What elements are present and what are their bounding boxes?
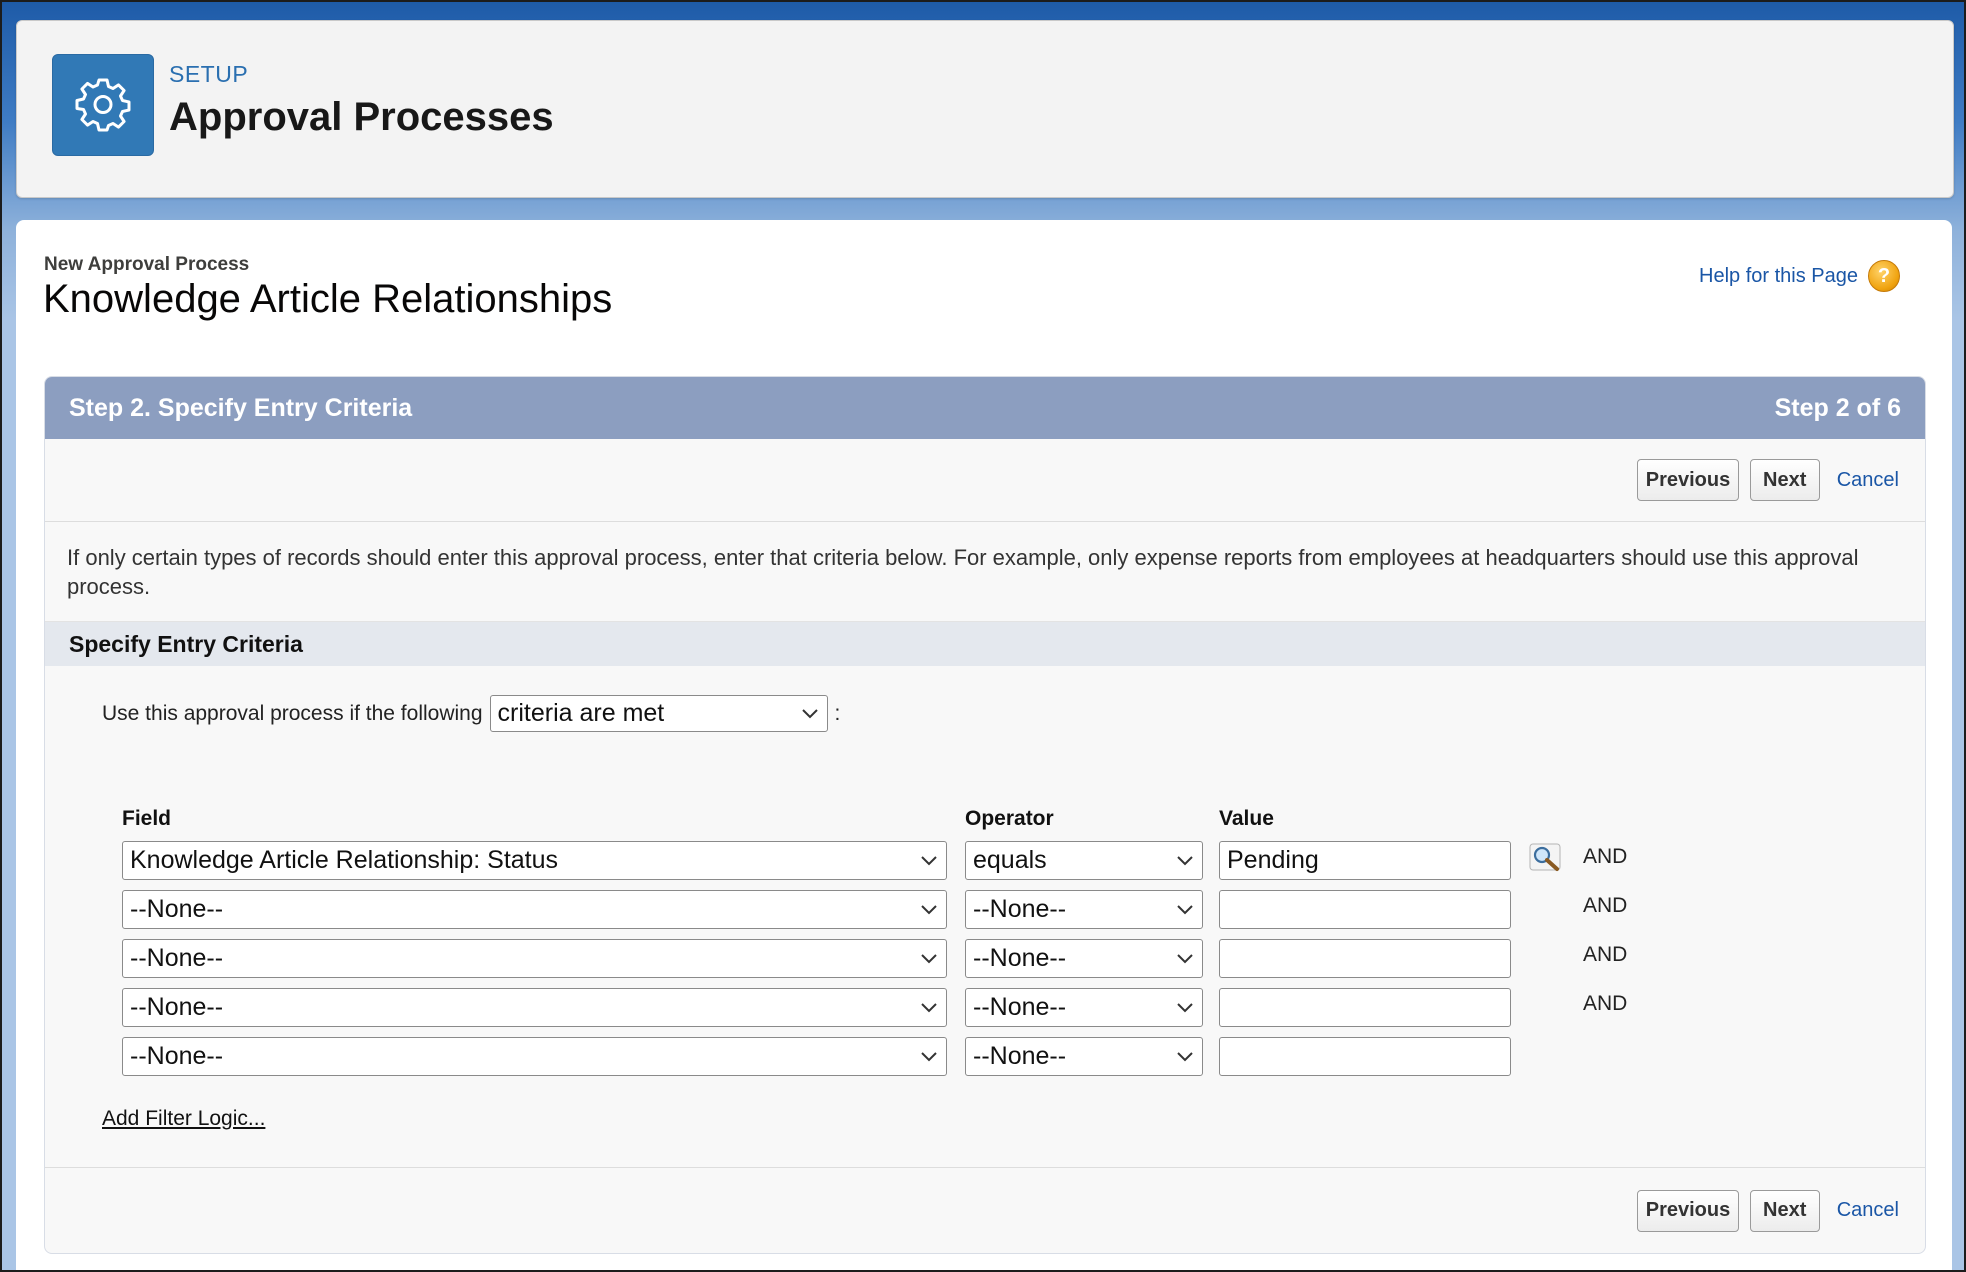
chevron-down-icon — [921, 1051, 937, 1061]
filter-row: --None-- --None-- AND — [45, 988, 1925, 1027]
criteria-prefix: Use this approval process if the followi… — [102, 701, 483, 725]
bottom-button-bar: Previous Next Cancel — [45, 1167, 1925, 1253]
field-select[interactable]: Knowledge Article Relationship: Status — [122, 841, 947, 880]
operator-select-value: --None-- — [973, 993, 1067, 1021]
next-button[interactable]: Next — [1749, 459, 1820, 501]
field-select[interactable]: --None-- — [122, 890, 947, 929]
step-header: Step 2. Specify Entry Criteria Step 2 of… — [45, 377, 1925, 439]
filter-row: --None-- --None-- — [45, 1037, 1925, 1076]
field-select-value: --None-- — [130, 1042, 224, 1070]
field-select-value: --None-- — [130, 993, 224, 1021]
chevron-down-icon — [1177, 855, 1193, 865]
filter-row: --None-- --None-- AND — [45, 939, 1925, 978]
and-connector: AND — [1583, 894, 1628, 917]
field-select[interactable]: --None-- — [122, 1037, 947, 1076]
chevron-down-icon — [1177, 1051, 1193, 1061]
value-column-header: Value — [1219, 807, 1274, 830]
chevron-down-icon — [801, 708, 818, 718]
setup-header: SETUP Approval Processes — [16, 20, 1954, 198]
value-input[interactable] — [1219, 988, 1511, 1027]
operator-select-value: --None-- — [973, 944, 1067, 972]
criteria-line: Use this approval process if the followi… — [102, 695, 840, 732]
field-select[interactable]: --None-- — [122, 939, 947, 978]
step-counter: Step 2 of 6 — [1774, 393, 1901, 422]
operator-select[interactable]: equals — [965, 841, 1203, 880]
and-connector: AND — [1583, 943, 1628, 966]
operator-select[interactable]: --None-- — [965, 939, 1203, 978]
description-text: If only certain types of records should … — [45, 522, 1925, 622]
operator-select[interactable]: --None-- — [965, 988, 1203, 1027]
help-icon: ? — [1868, 260, 1900, 292]
operator-select[interactable]: --None-- — [965, 890, 1203, 929]
gear-icon — [52, 54, 154, 156]
cancel-link[interactable]: Cancel — [1837, 469, 1899, 492]
step-title: Step 2. Specify Entry Criteria — [69, 393, 413, 422]
operator-select[interactable]: --None-- — [965, 1037, 1203, 1076]
cancel-link[interactable]: Cancel — [1837, 1199, 1899, 1222]
field-select-value: Knowledge Article Relationship: Status — [130, 846, 559, 874]
and-connector: AND — [1583, 992, 1628, 1015]
chevron-down-icon — [1177, 953, 1193, 963]
field-select-value: --None-- — [130, 944, 224, 972]
field-select-value: --None-- — [130, 895, 224, 923]
criteria-select-value: criteria are met — [497, 699, 665, 727]
chevron-down-icon — [921, 953, 937, 963]
help-link-label: Help for this Page — [1699, 264, 1858, 287]
chevron-down-icon — [1177, 904, 1193, 914]
main-content: New Approval Process Knowledge Article R… — [16, 220, 1952, 1270]
operator-select-value: --None-- — [973, 895, 1067, 923]
header-title: Approval Processes — [169, 95, 554, 139]
chevron-down-icon — [921, 904, 937, 914]
value-input[interactable] — [1219, 841, 1511, 880]
chevron-down-icon — [921, 855, 937, 865]
previous-button[interactable]: Previous — [1636, 1189, 1739, 1232]
app-frame: SETUP Approval Processes New Approval Pr… — [0, 0, 1966, 1272]
next-button[interactable]: Next — [1749, 1189, 1820, 1232]
top-button-bar: Previous Next Cancel — [45, 439, 1925, 522]
lookup-icon[interactable] — [1529, 843, 1565, 875]
chevron-down-icon — [1177, 1002, 1193, 1012]
value-input[interactable] — [1219, 1037, 1511, 1076]
operator-select-value: equals — [973, 846, 1047, 874]
filter-row: Knowledge Article Relationship: Status e… — [45, 841, 1925, 880]
filter-row: --None-- --None-- AND — [45, 890, 1925, 929]
previous-button[interactable]: Previous — [1636, 459, 1739, 501]
field-select[interactable]: --None-- — [122, 988, 947, 1027]
criteria-suffix: : — [834, 701, 841, 725]
operator-column-header: Operator — [965, 807, 1054, 830]
header-eyebrow: SETUP — [169, 61, 249, 87]
section-header: Specify Entry Criteria — [45, 622, 1925, 666]
value-input[interactable] — [1219, 939, 1511, 978]
step-panel: Step 2. Specify Entry Criteria Step 2 of… — [44, 376, 1926, 1254]
value-input[interactable] — [1219, 890, 1511, 929]
help-link[interactable]: Help for this Page ? — [1699, 260, 1900, 292]
criteria-select[interactable]: criteria are met — [489, 695, 828, 732]
add-filter-logic-link[interactable]: Add Filter Logic... — [102, 1107, 265, 1131]
chevron-down-icon — [921, 1002, 937, 1012]
breadcrumb: New Approval Process — [44, 254, 250, 275]
page-title: Knowledge Article Relationships — [43, 277, 613, 321]
operator-select-value: --None-- — [973, 1042, 1067, 1070]
field-column-header: Field — [122, 807, 172, 830]
and-connector: AND — [1583, 845, 1628, 868]
